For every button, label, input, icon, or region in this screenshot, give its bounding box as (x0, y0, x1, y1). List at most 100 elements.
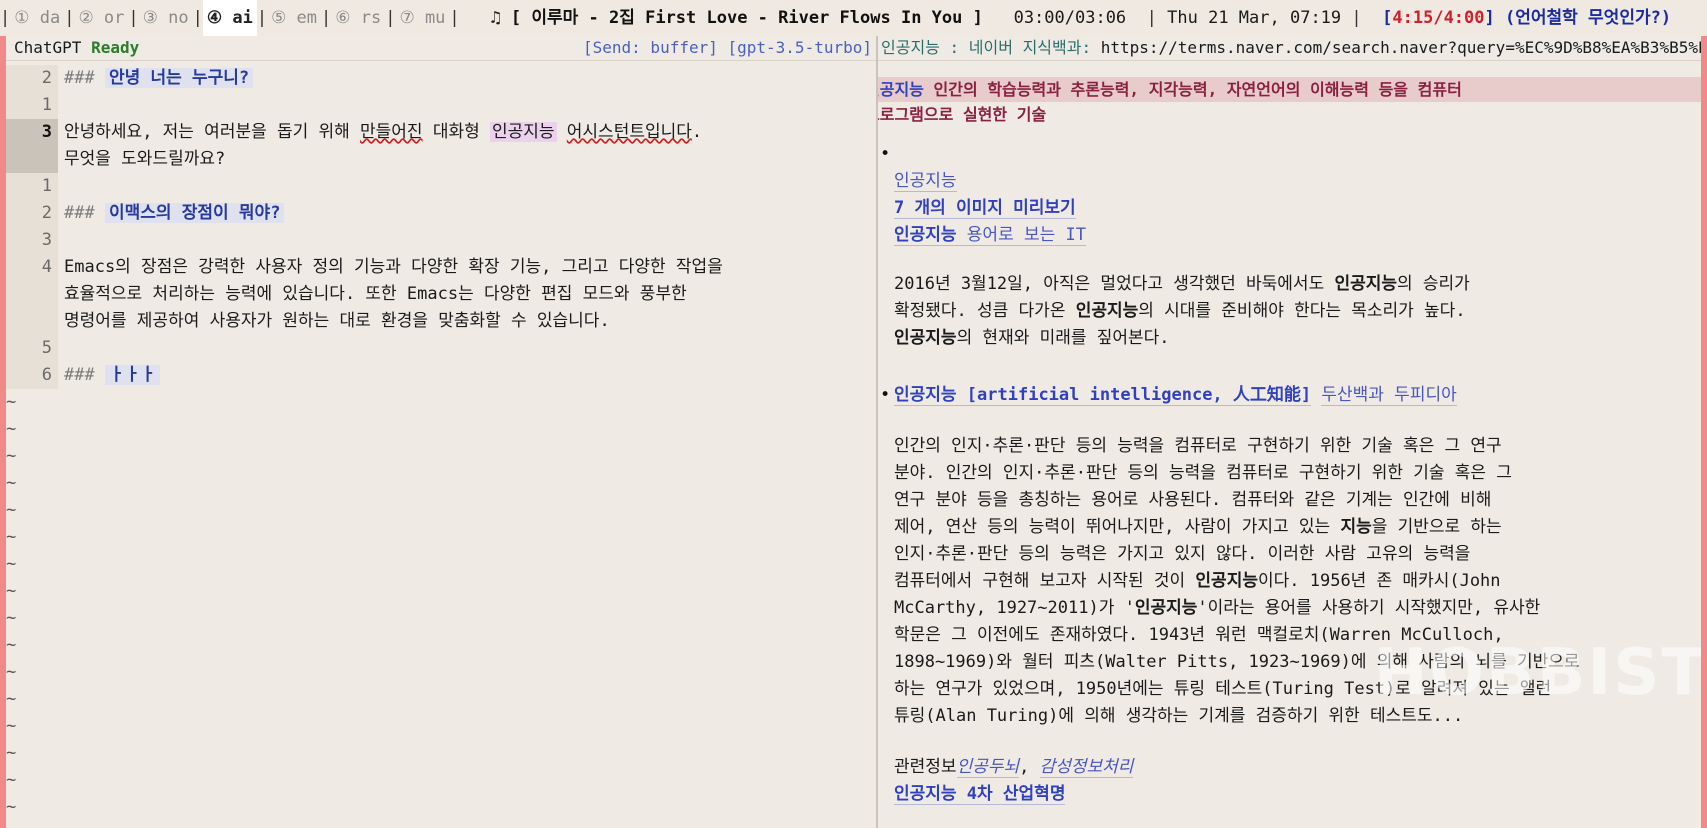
tilde-marker: ~ (6, 797, 17, 817)
buffer-line[interactable]: 2 ### 이맥스의 장점이 뭐야? (6, 200, 876, 227)
tilde-marker: ~ (6, 635, 17, 655)
tilde-marker: ~ (6, 821, 58, 828)
assistant-response: 안녕하세요, 저는 여러분을 돕기 위해 만들어진 대화형 인공지능 어시스턴트… (64, 122, 703, 142)
line-gutter (6, 281, 58, 308)
user-prompt-heading: ㅏㅏㅏ (104, 365, 160, 385)
line-number: 2 (6, 200, 58, 227)
source-link[interactable]: 인공지능 용어로 보는 IT (894, 225, 1086, 246)
workspace-4-active[interactable]: ④ ai (202, 0, 257, 36)
buffer-line[interactable]: 4 Emacs의 장점은 강력한 사용자 정의 기능과 다양한 확장 기능, 그… (6, 254, 876, 281)
tilde-marker: ~ (6, 743, 17, 763)
line-gutter (6, 308, 58, 335)
line-number: 6 (6, 362, 58, 389)
empty-line-marker: ~ (6, 632, 876, 659)
related-label: 관련정보 (894, 757, 957, 777)
entry-source-link[interactable]: 두산백과 두피디아 (1321, 385, 1457, 406)
empty-line-marker: ~ (6, 821, 876, 828)
highlighted-term: 인공지능 (489, 122, 557, 142)
next-entry-link[interactable]: 인공지능 4차 산업혁명 (894, 784, 1066, 805)
snippet-text: 연구 분야 등을 총칭하는 용어로 사용된다. 컴퓨터와 같은 기계는 인간에 … (894, 490, 1492, 510)
definition-continuation: 프로그램으로 실현한 기술 (878, 105, 1047, 124)
empty-line-marker: ~ (6, 524, 876, 551)
browser-header-line: 인공지능 : 네이버 지식백과: https://terms.naver.com… (878, 36, 1701, 61)
snippet-text: 인지·추론·판단 등의 능력은 가지고 있지 않다. 이러한 사람 고유의 능력… (894, 544, 1471, 564)
buffer-line[interactable]: 5 (6, 335, 876, 362)
related-link[interactable]: 감성정보처리 (1039, 757, 1134, 778)
line-number: 1 (6, 173, 58, 200)
empty-line-marker: ~ (6, 578, 876, 605)
snippet-text: 인공지능의 현재와 미래를 짚어본다. (894, 328, 1170, 348)
snippet-text: 2016년 3월12일, 아직은 멀었다고 생각했던 바둑에서도 인공지능의 승… (894, 274, 1470, 294)
buffer-line-wrap[interactable]: 효율적으로 처리하는 능력에 있습니다. 또한 Emacs는 다양한 편집 모드… (6, 281, 876, 308)
snippet-text: 컴퓨터에서 구현해 보고자 시작된 것이 인공지능이다. 1956년 존 매카시… (894, 571, 1501, 591)
tilde-marker: ~ (6, 500, 17, 520)
workspace-5[interactable]: ⑤ em (267, 0, 321, 36)
buffer-line[interactable]: 6 ### ㅏㅏㅏ (6, 362, 876, 389)
current-line-gutter (6, 146, 58, 173)
assistant-response-cont: 명령어를 제공하여 사용자가 원하는 대로 환경을 맞춤화할 수 있습니다. (64, 311, 610, 331)
buffer-line-current[interactable]: 3 안녕하세요, 저는 여러분을 돕기 위해 만들어진 대화형 인공지능 어시스… (6, 119, 876, 146)
empty-line-marker: ~ (6, 470, 876, 497)
page-title: 인공지능 : 네이버 지식백과: (881, 38, 1092, 57)
spelling-error: 만들어진 (360, 122, 423, 142)
model-selector[interactable]: [gpt-3.5-turbo] (728, 38, 873, 57)
heading-marker: ### (64, 203, 95, 223)
snippet-text: 확정됐다. 성큼 다가온 인공지능의 시대를 준비해야 한다는 목소리가 높다. (894, 301, 1466, 321)
send-mode-button[interactable]: [Send: buffer] (583, 38, 718, 57)
related-info: 관련정보인공두뇌, 감성정보처리 (894, 757, 1134, 778)
definition-highlight: 인공지능 인간의 학습능력과 추론능력, 지각능력, 자연언어의 이해능력 등을… (878, 77, 1701, 102)
buffer-line-wrap[interactable]: 명령어를 제공하여 사용자가 원하는 대로 환경을 맞춤화할 수 있습니다. (6, 308, 876, 335)
chatgpt-buffer-window[interactable]: ChatGPT Ready [Send: buffer] [gpt-3.5-tu… (6, 36, 876, 828)
assistant-response-cont: 무엇을 도와드릴까요? (64, 149, 226, 169)
tilde-marker: ~ (6, 554, 17, 574)
line-number: 3 (6, 227, 58, 254)
snippet-text: 분야. 인간의 인지·추론·판단 등의 능력을 컴퓨터로 구현하기 위한 기술 … (894, 463, 1512, 483)
line-number: 1 (6, 92, 58, 119)
top-status-bar: | ① da | ② or | ③ no | ④ ai | ⑤ em | ⑥ rs | ⑦ mu | ♫ [… (0, 0, 1707, 36)
workspace-7[interactable]: ⑦ mu (395, 0, 449, 36)
heading-marker: ### (64, 68, 95, 88)
page-url[interactable]: https://terms.naver.com/search.naver?que… (1101, 38, 1701, 57)
empty-line-marker: ~ (6, 713, 876, 740)
assistant-response: Emacs의 장점은 강력한 사용자 정의 기능과 다양한 확장 기능, 그리고… (64, 257, 723, 277)
list-bullet: • (880, 144, 891, 164)
tilde-marker: ~ (6, 527, 17, 547)
empty-line-marker: ~ (6, 740, 876, 767)
empty-line-marker: ~ (6, 389, 876, 416)
snippet-text: McCarthy, 1927~2011)가 '인공지능'이라는 용어를 사용하기… (894, 598, 1541, 618)
workspace-6[interactable]: ⑥ rs (331, 0, 385, 36)
workspace-3[interactable]: ③ no (139, 0, 193, 36)
datetime: Thu 21 Mar, 07:19 (1167, 8, 1342, 28)
buffer-line[interactable]: 2 ### 안녕 너는 누구니? (6, 65, 876, 92)
line-number: 5 (6, 335, 58, 362)
tilde-marker: ~ (6, 716, 17, 736)
empty-line-marker: ~ (6, 767, 876, 794)
tilde-marker: ~ (6, 581, 17, 601)
music-icon: ♫ (490, 8, 501, 28)
now-playing-track[interactable]: [ 이루마 - 2집 First Love - River Flows In Y… (511, 8, 983, 28)
mode-label: ChatGPT (14, 38, 82, 57)
workspace-1[interactable]: ① da (10, 0, 64, 36)
watermark-logo: HOBBIST (1373, 636, 1701, 710)
buffer-line[interactable]: 1 (6, 92, 876, 119)
assistant-response-cont: 효율적으로 처리하는 능력에 있습니다. 또한 Emacs는 다양한 편집 모드… (64, 284, 687, 304)
tilde-marker: ~ (6, 473, 17, 493)
spelling-error: 어시스턴트입니다 (566, 122, 692, 142)
entry-title-link[interactable]: 인공지능 [artificial intelligence, 人工知能] (894, 385, 1312, 406)
result-link-title[interactable]: 인공지능 (894, 171, 957, 192)
tilde-marker: ~ (6, 392, 17, 412)
related-link[interactable]: 인공두뇌 (956, 757, 1020, 778)
image-preview-link[interactable]: 7 개의 이미지 미리보기 (894, 198, 1076, 219)
workspace-2[interactable]: ② or (74, 0, 128, 36)
empty-line-marker: ~ (6, 551, 876, 578)
empty-line-marker: ~ (6, 443, 876, 470)
buffer-line[interactable]: 3 (6, 227, 876, 254)
line-number: 2 (6, 65, 58, 92)
buffer-line[interactable]: 1 (6, 173, 876, 200)
tilde-marker: ~ (6, 608, 17, 628)
snippet-text: 제어, 연산 등의 능력이 뛰어나지만, 사람이 가지고 있는 지능을 기반으로… (894, 517, 1502, 537)
eww-browser-window[interactable]: 인공지능 : 네이버 지식백과: https://terms.naver.com… (878, 36, 1701, 828)
user-prompt-heading: 이맥스의 장점이 뭐야? (104, 203, 285, 223)
buffer-line-wrap[interactable]: 무엇을 도와드릴까요? (6, 146, 876, 173)
pomodoro-timer: 4:15/4:00 (1392, 8, 1485, 28)
